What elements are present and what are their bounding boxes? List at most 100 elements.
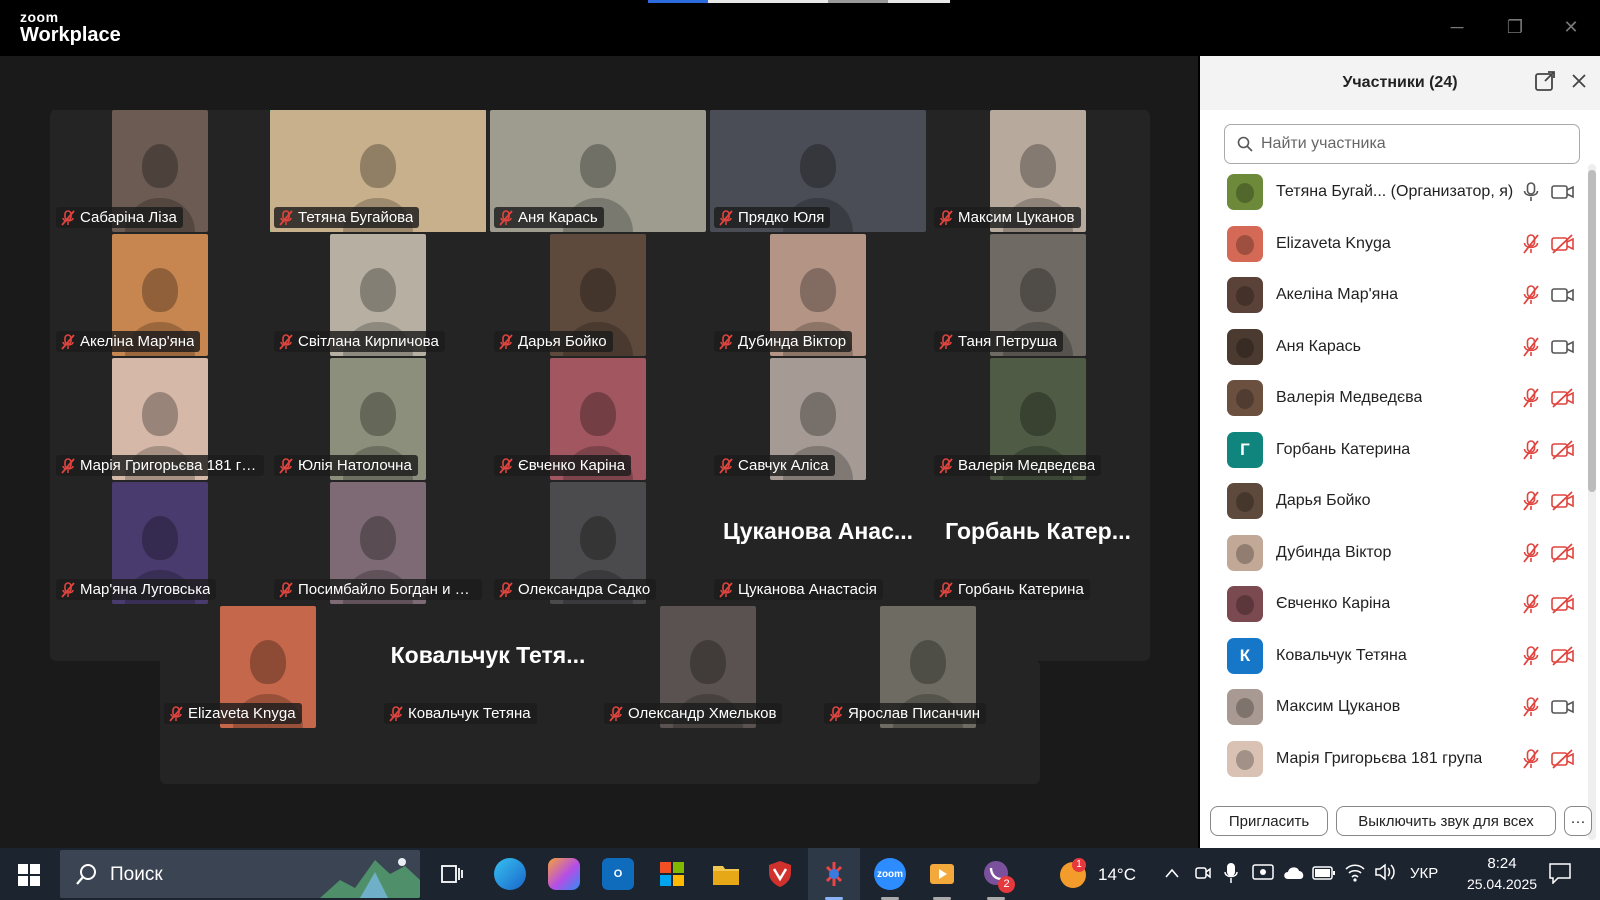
video-tile[interactable]: Олександра Садко [490, 482, 706, 604]
clock-time[interactable]: 8:24 [1472, 855, 1532, 872]
microphone-tray-icon[interactable] [1224, 862, 1238, 889]
video-tile[interactable]: Таня Петруша [930, 234, 1146, 356]
camera-on-icon[interactable] [1550, 696, 1576, 718]
camera-off-icon[interactable] [1550, 593, 1576, 615]
participant-row[interactable]: Аня Карась [1200, 321, 1586, 373]
participant-row[interactable]: Г Горбань Катерина [1200, 424, 1586, 476]
camera-on-icon[interactable] [1550, 284, 1576, 306]
mute-all-button[interactable]: Выключить звук для всех [1336, 806, 1556, 836]
video-tile[interactable]: Прядко Юля [710, 110, 926, 232]
camera-off-icon[interactable] [1550, 233, 1576, 255]
participant-row[interactable]: Тетяна Бугай... (Организатор, я) [1200, 166, 1586, 218]
video-tile[interactable]: Тетяна Бугайова [270, 110, 486, 232]
zoom-app-icon[interactable]: zoom [874, 858, 906, 890]
video-tile[interactable]: Валерія Медведєва [930, 358, 1146, 480]
participant-row[interactable]: Максим Цуканов [1200, 681, 1586, 733]
video-tile[interactable]: Олександр Хмельков [600, 606, 816, 728]
tile-participant-name: Elizaveta Knyga [188, 705, 296, 722]
more-options-button[interactable]: ··· [1564, 806, 1592, 836]
task-view-icon[interactable] [436, 858, 468, 890]
close-window-button[interactable]: ✕ [1556, 12, 1586, 42]
camera-off-icon[interactable] [1550, 439, 1576, 461]
video-tile[interactable]: Elizaveta Knyga [160, 606, 376, 728]
windows-start-icon[interactable] [10, 860, 50, 890]
meet-now-icon[interactable] [1194, 864, 1212, 887]
video-tile[interactable]: Акеліна Мар'яна [52, 234, 268, 356]
keyboard-language[interactable]: УКР [1410, 865, 1438, 882]
wifi-icon[interactable] [1344, 862, 1366, 887]
camera-on-icon[interactable] [1550, 181, 1576, 203]
mic-on-icon[interactable] [1520, 181, 1542, 203]
video-tile[interactable]: Аня Карась [490, 110, 706, 232]
camera-off-icon[interactable] [1550, 387, 1576, 409]
mic-muted-icon[interactable] [1520, 233, 1542, 255]
participant-name: Дарья Бойко [1276, 492, 1371, 509]
minimize-button[interactable]: ─ [1442, 12, 1472, 42]
video-tile[interactable]: Юлія Натолочна [270, 358, 486, 480]
mic-muted-icon[interactable] [1520, 748, 1542, 770]
security-shield-icon[interactable] [764, 858, 796, 890]
battery-icon[interactable] [1312, 865, 1336, 886]
participant-row[interactable]: Марія Григорьєва 181 група [1200, 733, 1586, 785]
video-tile[interactable]: Цуканова Анас... Цуканова Анастасія [710, 482, 926, 604]
participant-row[interactable]: Дубинда Віктор [1200, 527, 1586, 579]
maximize-button[interactable]: ❐ [1500, 12, 1530, 42]
video-tile[interactable]: Ярослав Писанчин [820, 606, 1036, 728]
camera-on-icon[interactable] [1550, 336, 1576, 358]
video-tile[interactable]: Дарья Бойко [490, 234, 706, 356]
close-panel-icon[interactable] [1568, 70, 1594, 96]
volume-icon[interactable] [1374, 862, 1396, 887]
participant-row[interactable]: Валерія Медведєва [1200, 372, 1586, 424]
onedrive-cloud-icon[interactable] [1282, 864, 1306, 885]
camera-off-icon[interactable] [1550, 490, 1576, 512]
edge-browser-icon[interactable] [494, 858, 526, 890]
mic-muted-icon[interactable] [1520, 593, 1542, 615]
file-explorer-icon[interactable] [710, 858, 742, 890]
scrollbar-thumb[interactable] [1588, 170, 1596, 492]
video-tile[interactable]: Савчук Аліса [710, 358, 926, 480]
video-tile[interactable]: Горбань Катер... Горбань Катерина [930, 482, 1146, 604]
participant-row[interactable]: К Ковальчук Тетяна [1200, 630, 1586, 682]
mic-muted-icon[interactable] [1520, 542, 1542, 564]
camera-off-icon[interactable] [1550, 645, 1576, 667]
participant-row[interactable]: Elizaveta Knyga [1200, 218, 1586, 270]
invite-button[interactable]: Пригласить [1210, 806, 1328, 836]
camera-off-icon[interactable] [1550, 542, 1576, 564]
screen-share-tray-icon[interactable] [1252, 863, 1274, 888]
mic-muted-icon[interactable] [1520, 645, 1542, 667]
participant-search-box[interactable] [1224, 124, 1580, 164]
video-tile[interactable]: Світлана Кирпичова [270, 234, 486, 356]
participant-row[interactable]: Акеліна Мар'яна [1200, 269, 1586, 321]
weather-temperature[interactable]: 14°C [1098, 865, 1136, 885]
taskbar-search[interactable]: Поиск [60, 850, 420, 898]
media-player-icon[interactable] [926, 858, 958, 890]
notifications-icon[interactable] [1548, 862, 1572, 889]
outlook-icon[interactable]: O [602, 858, 634, 890]
participant-row[interactable]: Дарья Бойко [1200, 475, 1586, 527]
participants-scrollbar[interactable] [1588, 164, 1596, 840]
video-tile[interactable]: Марія Григорьєва 181 гр... [52, 358, 268, 480]
participant-search-input[interactable] [1261, 135, 1551, 153]
video-tile[interactable]: Ковальчук Тетя... Ковальчук Тетяна [380, 606, 596, 728]
mic-muted-icon[interactable] [1520, 490, 1542, 512]
video-tile[interactable]: Євченко Каріна [490, 358, 706, 480]
tray-chevron-up-icon[interactable] [1164, 866, 1180, 884]
microsoft-store-icon[interactable] [656, 858, 688, 890]
mic-muted-icon[interactable] [1520, 336, 1542, 358]
video-tile[interactable]: Сабаріна Ліза [52, 110, 268, 232]
mic-muted-icon[interactable] [1520, 284, 1542, 306]
participant-row[interactable]: Євченко Каріна [1200, 578, 1586, 630]
pinned-app-icon[interactable] [818, 858, 850, 890]
video-tile[interactable]: Посимбайло Богдан и М... [270, 482, 486, 604]
popout-icon[interactable] [1534, 70, 1560, 96]
video-tile[interactable]: Дубинда Віктор [710, 234, 926, 356]
copilot-icon[interactable] [548, 858, 580, 890]
mic-muted-icon[interactable] [1520, 696, 1542, 718]
video-tile[interactable]: Мар'яна Луговська [52, 482, 268, 604]
camera-off-icon[interactable] [1550, 748, 1576, 770]
mic-muted-icon[interactable] [1520, 387, 1542, 409]
tile-participant-name: Марія Григорьєва 181 гр... [80, 457, 258, 474]
clock-date[interactable]: 25.04.2025 [1452, 876, 1552, 892]
video-tile[interactable]: Максим Цуканов [930, 110, 1146, 232]
mic-muted-icon[interactable] [1520, 439, 1542, 461]
